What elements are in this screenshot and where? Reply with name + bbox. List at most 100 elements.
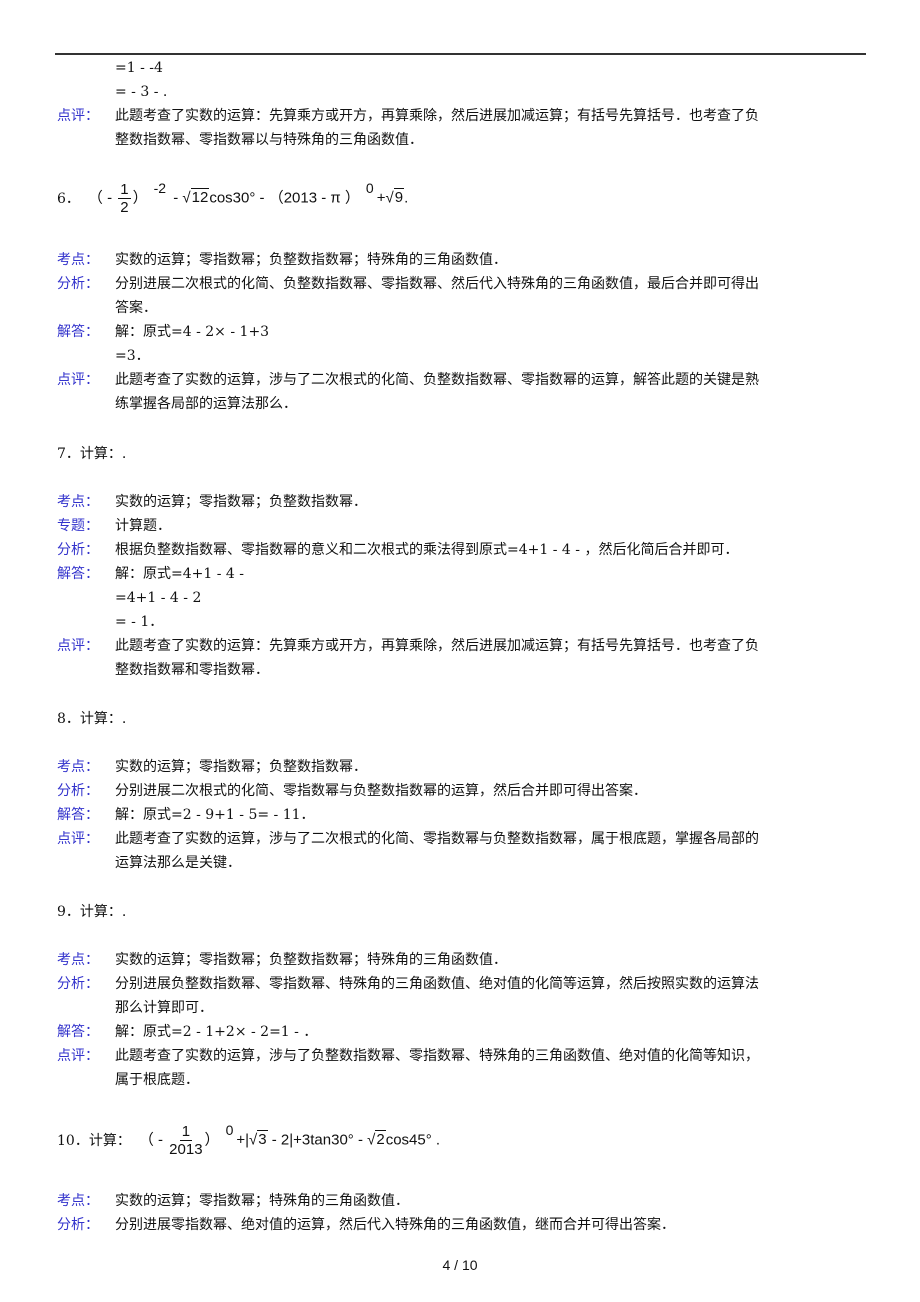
question-header: 6．（ - 1 2 ）-2 - √12cos30° - （2013 - π ）0+√…	[57, 178, 408, 218]
entry-line: 答案．	[0, 298, 920, 318]
entry-text: 分别进展负整数指数幂、零指数幂、特殊角的三角函数值、绝对值的化简等运算，然后按照…	[115, 976, 759, 992]
entry-text: 实数的运算；零指数幂；负整数指数幂；特殊角的三角函数值．	[115, 952, 507, 968]
entry-line: 点评： 此题考查了实数的运算，涉与了二次根式的化简、零指数幂与负整数指数幂，属于根…	[0, 829, 920, 849]
question-header: 10．计算：（ - 1 2013 ）0+|√3 - 2|+3tan30° - √2c…	[57, 1120, 440, 1160]
entry-label: 点评：	[57, 638, 99, 654]
entry-text: 此题考查了实数的运算，涉与了二次根式的化简、负整数指数幂、零指数幂的运算，解答此…	[115, 372, 759, 388]
entry-line: 整数指数幂、零指数幂以与特殊角的三角函数值．	[0, 130, 920, 150]
entry-text: 解：原式=2 - 1+2× - 2=1 - ．	[115, 1024, 318, 1040]
radical-sign-icon: √	[249, 1131, 258, 1148]
denominator: 2013	[169, 1140, 203, 1158]
question-header: 8． 计算：.	[57, 698, 126, 738]
entry-text: 实数的运算；零指数幂；负整数指数幂．	[115, 759, 367, 775]
entry-line: 点评： 此题考查了实数的运算：先算乘方或开方，再算乘除，然后进展加减运算；有括号先…	[0, 636, 920, 656]
entry-label: 考点：	[57, 252, 99, 268]
entry-text: = - 1．	[115, 614, 164, 630]
entry-line: 整数指数幂和零指数幂．	[0, 660, 920, 680]
fraction: 1 2013	[169, 1123, 202, 1158]
radicand: 9	[393, 188, 405, 206]
entry-label: 考点：	[57, 759, 99, 775]
question-prompt: 计算：.	[79, 711, 127, 727]
entry-line: 点评： 此题考查了实数的运算，涉与了负整数指数幂、零指数幂、特殊角的三角函数值、绝…	[0, 1046, 920, 1066]
entry-line: 练掌握各局部的运算法那么．	[0, 394, 920, 414]
entry-line: 分析： 根据负整数指数幂、零指数幂的意义和二次根式的乘法得到原式=4+1 - 4 …	[0, 540, 920, 560]
entry-label: 考点：	[57, 494, 99, 510]
entry-text: 计算题．	[115, 518, 171, 534]
radicand: 3	[257, 1130, 268, 1148]
entry-text: 此题考查了实数的运算：先算乘方或开方，再算乘除，然后进展加减运算；有括号先算括号…	[115, 108, 759, 124]
entry-line: 分析： 分别进展二次根式的化简、零指数幂与负整数指数幂的运算，然后合并即可得出答案…	[0, 781, 920, 801]
question-number: 7．	[57, 446, 80, 462]
entry-line: 解答： 解：原式=4+1 - 4 -	[0, 564, 920, 584]
exponent: 0	[365, 180, 374, 196]
entry-label: 点评：	[57, 1048, 99, 1064]
entry-text: 实数的运算；零指数幂；负整数指数幂．	[115, 494, 367, 510]
entry-line: 考点： 实数的运算；零指数幂；负整数指数幂．	[0, 757, 920, 777]
entry-line: 分析： 分别进展二次根式的化简、负整数指数幂、零指数幂、然后代入特殊角的三角函数值…	[0, 274, 920, 294]
denominator: 2	[120, 198, 129, 216]
entry-line: 点评： 此题考查了实数的运算：先算乘方或开方，再算乘除，然后进展加减运算；有括号先…	[0, 106, 920, 126]
entry-label: 考点：	[57, 952, 99, 968]
formula: （ - 1 2 ）-2 - √12cos30° - （2013 - π ）0+√9.	[87, 180, 409, 216]
calc-text: = - 3 - .	[115, 84, 168, 100]
formula-text: -	[169, 189, 183, 206]
entry-text: 运算法那么是关键．	[115, 855, 241, 871]
question-number: 6．	[57, 191, 80, 207]
fraction: 12	[118, 180, 131, 216]
entry-text: 整数指数幂、零指数幂以与特殊角的三角函数值．	[115, 132, 423, 148]
entry-line: 考点： 实数的运算；零指数幂；负整数指数幂；特殊角的三角函数值．	[0, 950, 920, 970]
entry-line: =4+1 - 4 - 2	[0, 588, 920, 608]
question-header: 9． 计算：.	[57, 891, 126, 931]
entry-text: 实数的运算；零指数幂；负整数指数幂；特殊角的三角函数值．	[115, 252, 507, 268]
entry-text: 分别进展二次根式的化简、零指数幂与负整数指数幂的运算，然后合并即可得出答案．	[115, 783, 647, 799]
entry-label: 分析：	[57, 542, 99, 558]
formula-text: .	[404, 189, 409, 206]
square-root: √3	[249, 1130, 268, 1148]
entry-line: 运算法那么是关键．	[0, 853, 920, 873]
entry-text: 分别进展零指数幂、绝对值的运算，然后代入特殊角的三角函数值，继而合并可得出答案．	[115, 1217, 675, 1233]
entry-line: 解答： 解：原式=2 - 1+2× - 2=1 - ．	[0, 1022, 920, 1042]
entry-text: 解：原式=4+1 - 4 -	[115, 566, 244, 582]
question-prompt: 计算：.	[79, 446, 127, 462]
entry-label: 专题：	[57, 518, 99, 534]
entry-label: 点评：	[57, 831, 99, 847]
question-number: 8．	[57, 711, 80, 727]
question-header: 7． 计算：.	[57, 433, 126, 473]
calc-text: =1 - -4	[115, 60, 163, 76]
formula-text: ）	[204, 1131, 220, 1148]
square-root: √12	[182, 188, 210, 206]
entry-label: 分析：	[57, 276, 99, 292]
entry-label: 分析：	[57, 1217, 99, 1233]
formula-text: ）	[132, 189, 148, 206]
formula: （ - 1 2013 ）0+|√3 - 2|+3tan30° - √2cos45° …	[139, 1122, 441, 1158]
formula-text: cos30° - （2013 - π ）	[209, 189, 360, 206]
page-number: 4 / 10	[442, 1257, 478, 1273]
calc-line: =1 - -4	[0, 58, 920, 78]
formula-text: cos45° .	[385, 1131, 441, 1148]
entry-line: 那么计算即可．	[0, 998, 920, 1018]
entry-text: 属于根底题．	[115, 1072, 199, 1088]
radical-sign-icon: √	[385, 189, 394, 206]
exponent: 0	[225, 1122, 234, 1138]
entry-line: 点评： 此题考查了实数的运算，涉与了二次根式的化简、负整数指数幂、零指数幂的运算，…	[0, 370, 920, 390]
radicand: 12	[190, 188, 210, 206]
numerator: 1	[118, 180, 131, 199]
formula-text: - 2|+3tan30° -	[267, 1131, 368, 1148]
entry-line: 属于根底题．	[0, 1070, 920, 1090]
radicand: 2	[375, 1130, 386, 1148]
formula-text: （ -	[87, 189, 117, 206]
entry-label: 考点：	[57, 1193, 99, 1209]
entry-line: = - 1．	[0, 612, 920, 632]
question-number: 10．计算：	[57, 1133, 131, 1149]
entry-line: 分析： 分别进展负整数指数幂、零指数幂、特殊角的三角函数值、绝对值的化简等运算，然…	[0, 974, 920, 994]
radical-sign-icon: √	[182, 189, 191, 206]
entry-line: 分析： 分别进展零指数幂、绝对值的运算，然后代入特殊角的三角函数值，继而合并可得出…	[0, 1215, 920, 1235]
entry-label: 解答：	[57, 324, 99, 340]
numerator: 1	[179, 1122, 193, 1141]
entry-line: 解答： 解：原式=4 - 2× - 1+3	[0, 322, 920, 342]
entry-text: 解：原式=2 - 9+1 - 5= - 11．	[115, 807, 315, 823]
entry-text: 分别进展二次根式的化简、负整数指数幂、零指数幂、然后代入特殊角的三角函数值，最后…	[115, 276, 759, 292]
entry-text: 解：原式=4 - 2× - 1+3	[115, 324, 270, 340]
entry-text: 此题考查了实数的运算，涉与了二次根式的化简、零指数幂与负整数指数幂，属于根底题，…	[115, 831, 759, 847]
calc-line: = - 3 - .	[0, 82, 920, 102]
